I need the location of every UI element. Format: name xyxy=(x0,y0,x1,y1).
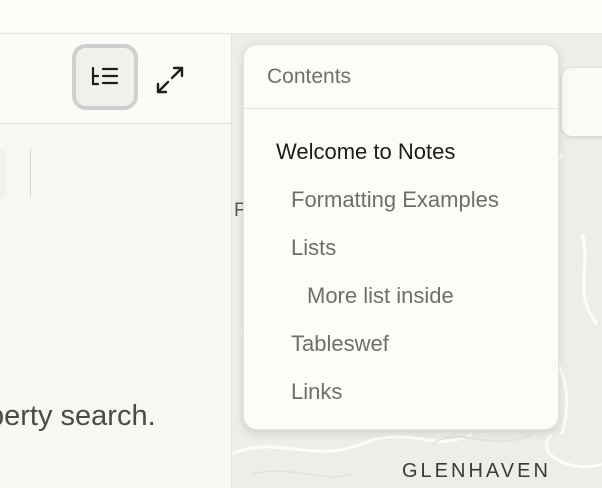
contents-popover: Contents Welcome to Notes Formatting Exa… xyxy=(243,44,559,430)
note-toolbar xyxy=(0,34,231,124)
toc-item-welcome-to-notes[interactable]: Welcome to Notes xyxy=(276,139,455,165)
map-control-panel[interactable] xyxy=(562,68,602,136)
toolbar-pill xyxy=(0,149,6,199)
toc-item-tableswef[interactable]: Tableswef xyxy=(291,331,389,357)
map-place-label: GLENHAVEN xyxy=(402,460,551,482)
toc-item-links[interactable]: Links xyxy=(291,379,342,405)
toc-item-formatting-examples[interactable]: Formatting Examples xyxy=(291,187,499,213)
toc-item-more-list-inside[interactable]: More list inside xyxy=(307,283,454,309)
expand-icon xyxy=(156,66,184,94)
table-of-contents-button[interactable] xyxy=(72,44,138,110)
top-bar xyxy=(0,0,602,34)
contents-title: Contents xyxy=(244,45,558,109)
note-pane: perty search. xyxy=(0,34,231,488)
separator xyxy=(30,149,31,197)
toc-item-lists[interactable]: Lists xyxy=(291,235,336,261)
note-body-text: perty search. xyxy=(0,400,156,432)
table-of-contents-icon xyxy=(91,66,119,86)
expand-button[interactable] xyxy=(150,60,190,100)
